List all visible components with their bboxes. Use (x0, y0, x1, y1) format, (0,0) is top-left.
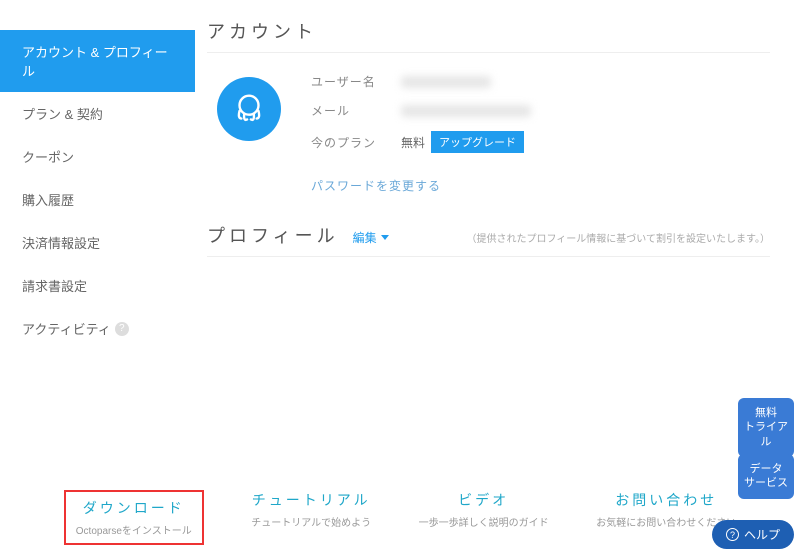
avatar (217, 77, 281, 141)
sidebar-item-plan[interactable]: プラン & 契約 (0, 92, 195, 135)
footer-sub: 一歩一歩詳しく説明のガイド (419, 514, 549, 529)
footer-title: お問い合わせ (596, 490, 736, 510)
account-section-title: アカウント (207, 18, 770, 52)
help-label: ヘルプ (744, 526, 780, 543)
sidebar-item-payment-settings[interactable]: 決済情報設定 (0, 221, 195, 264)
username-value (401, 76, 491, 88)
edit-profile-link[interactable]: 編集 (353, 229, 389, 246)
footer-tutorial[interactable]: チュートリアル チュートリアルで始めよう (251, 490, 371, 545)
footer-video[interactable]: ビデオ 一歩一歩詳しく説明のガイド (419, 490, 549, 545)
sidebar-item-purchase-history[interactable]: 購入履歴 (0, 178, 195, 221)
help-icon[interactable]: ? (115, 322, 129, 336)
plan-label: 今のプラン (311, 134, 401, 151)
data-service-button[interactable]: データサービス (738, 454, 794, 499)
profile-note: （提供されたプロフィール情報に基づいて割引を設定いたします。） (467, 230, 771, 245)
question-icon: ? (726, 528, 739, 541)
footer-sub: チュートリアルで始めよう (251, 514, 371, 529)
sidebar-item-label: アカウント & プロフィール (22, 42, 173, 80)
sidebar-item-account-profile[interactable]: アカウント & プロフィール (0, 30, 195, 92)
footer-sub: Octoparseをインストール (76, 522, 192, 537)
edit-label: 編集 (353, 229, 377, 246)
email-label: メール (311, 102, 401, 119)
chevron-down-icon (381, 235, 389, 240)
footer-title: ビデオ (419, 490, 549, 510)
footer-download[interactable]: ダウンロード Octoparseをインストール (64, 490, 204, 545)
sidebar: アカウント & プロフィール プラン & 契約 クーポン 購入履歴 決済情報設定… (0, 0, 195, 559)
free-trial-button[interactable]: 無料トライアル (738, 398, 794, 457)
divider (207, 52, 770, 53)
profile-section-title: プロフィール (207, 222, 339, 248)
change-password-link[interactable]: パスワードを変更する (311, 177, 441, 194)
email-value (401, 105, 531, 117)
sidebar-item-label: プラン & 契約 (22, 104, 103, 123)
sidebar-item-coupon[interactable]: クーポン (0, 135, 195, 178)
username-label: ユーザー名 (311, 73, 401, 90)
sidebar-item-activity[interactable]: アクティビティ ? (0, 307, 195, 350)
sidebar-item-label: 請求書設定 (22, 276, 87, 295)
octopus-icon (230, 90, 268, 128)
upgrade-button[interactable]: アップグレード (431, 131, 524, 153)
help-button[interactable]: ? ヘルプ (712, 520, 794, 549)
main-content: アカウント ユーザー名 メール 今のプラン (195, 0, 800, 559)
footer-title: ダウンロード (76, 498, 192, 518)
sidebar-item-label: 決済情報設定 (22, 233, 100, 252)
sidebar-item-label: クーポン (22, 147, 74, 166)
sidebar-item-invoice-settings[interactable]: 請求書設定 (0, 264, 195, 307)
footer-title: チュートリアル (251, 490, 371, 510)
sidebar-item-label: 購入履歴 (22, 190, 74, 209)
sidebar-item-label: アクティビティ (22, 319, 111, 338)
footer: ダウンロード Octoparseをインストール チュートリアル チュートリアルで… (0, 490, 800, 545)
plan-value: 無料 (401, 134, 425, 151)
